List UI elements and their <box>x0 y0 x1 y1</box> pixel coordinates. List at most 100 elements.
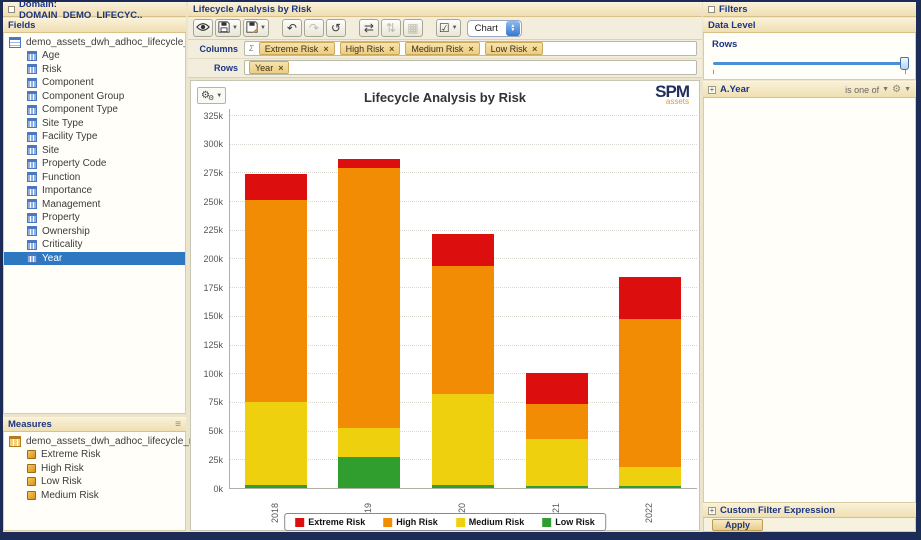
column-chip-label: Low Risk <box>490 43 528 54</box>
filter-body <box>703 98 916 503</box>
columns-dropzone[interactable]: Σ Extreme Risk × High Risk × Medium Risk × Low… <box>244 41 697 56</box>
field-item-label: Component Group <box>42 90 125 102</box>
view-mode-value: Chart <box>474 22 498 34</box>
legend-item: Extreme Risk <box>295 517 365 527</box>
bar-segment-low-risk <box>619 485 682 488</box>
year-filter-header[interactable]: + A.Year is one of ▼ ⚙ ▼ <box>703 81 916 98</box>
measure-item[interactable]: Medium Risk <box>4 489 185 503</box>
field-item-label: Component <box>42 77 94 89</box>
undo-all-button[interactable]: ↺ <box>325 19 346 37</box>
domain-header: Domain: DOMAIN_DEMO_LIFECYC.. <box>3 0 186 21</box>
field-icon <box>27 77 37 88</box>
field-item[interactable]: Criticality <box>4 238 185 252</box>
field-item[interactable]: Component Type <box>4 103 185 117</box>
data-level-section-header[interactable]: Data Level <box>703 18 916 33</box>
field-item[interactable]: Property Code <box>4 157 185 171</box>
measure-item-label: Extreme Risk <box>41 449 101 461</box>
field-item[interactable]: Risk <box>4 63 185 77</box>
field-item[interactable]: Site Type <box>4 117 185 131</box>
bar-segment-extreme-risk <box>619 276 682 320</box>
fields-root-node[interactable]: demo_assets_dwh_adhoc_lifecycle_risk <box>4 33 185 49</box>
field-item-label: Function <box>42 171 81 183</box>
y-axis-tick-label: 0k <box>213 483 223 494</box>
field-icon <box>27 199 37 210</box>
rows-row: Rows Year × <box>188 59 702 78</box>
expand-icon[interactable]: + <box>708 85 716 94</box>
stacked-bar-plot: 0k 25k 50k 75k 100k 125k 150k 175k 200k 225k 250k 2… <box>191 81 699 530</box>
fields-header-label: Fields <box>8 20 36 31</box>
row-chip[interactable]: Year × <box>249 61 290 74</box>
fields-list: Age Risk Component Component Group Component… <box>4 49 185 265</box>
column-chip[interactable]: High Risk × <box>339 42 401 55</box>
chart-canvas: ⚙ ⚙ ▼ Lifecycle Analysis by Risk SPM asset… <box>190 80 700 531</box>
rows-dropzone[interactable]: Year × <box>244 60 697 75</box>
custom-filter-header[interactable]: + Custom Filter Expression <box>703 503 916 518</box>
apply-button[interactable]: Apply <box>712 519 764 531</box>
y-axis-tick-label: 50k <box>208 426 223 437</box>
y-axis-tick-label: 275k <box>203 167 223 178</box>
undo-button[interactable]: ↶ <box>281 19 302 37</box>
field-item[interactable]: Age <box>4 49 185 63</box>
switch-groups-button[interactable]: ⇄ <box>358 19 379 37</box>
field-item[interactable]: Component Group <box>4 90 185 104</box>
x-axis-line <box>229 488 697 489</box>
expand-icon[interactable]: + <box>708 506 716 515</box>
grid-icon: ▦ <box>407 21 419 35</box>
field-item[interactable]: Year <box>4 251 185 265</box>
gridline <box>229 143 697 145</box>
column-chip[interactable]: Medium Risk × <box>405 42 480 55</box>
gear-icon[interactable]: ⚙ <box>892 84 901 95</box>
preview-button[interactable] <box>193 19 213 37</box>
chip-close-icon[interactable]: × <box>389 44 394 54</box>
bar-segment-high-risk <box>338 167 401 429</box>
data-level-body: Rows <box>703 33 916 80</box>
filter-operator-label[interactable]: is one of <box>845 85 879 95</box>
field-item-label: Facility Type <box>42 131 98 143</box>
column-chip[interactable]: Extreme Risk × <box>258 42 335 55</box>
field-item[interactable]: Management <box>4 198 185 212</box>
save-button[interactable]: ▼ <box>215 19 241 37</box>
export-button[interactable]: ▼ <box>242 19 269 37</box>
menu-icon[interactable]: ≡ <box>175 419 181 430</box>
column-chip[interactable]: Low Risk × <box>484 42 544 55</box>
redo-button: ↷ <box>303 19 324 37</box>
chip-close-icon[interactable]: × <box>468 44 473 54</box>
rows-chips: Year × <box>249 61 290 74</box>
chip-close-icon[interactable]: × <box>323 44 328 54</box>
view-mode-select[interactable]: Chart ▲ ▼ <box>466 19 522 37</box>
data-level-slider[interactable] <box>713 57 909 74</box>
field-item[interactable]: Importance <box>4 184 185 198</box>
measure-item[interactable]: High Risk <box>4 462 185 476</box>
measure-item[interactable]: Extreme Risk <box>4 448 185 462</box>
sort-icon: ⇅ <box>385 21 396 35</box>
field-item[interactable]: Component <box>4 76 185 90</box>
field-item[interactable]: Property <box>4 211 185 225</box>
bar-segment-medium-risk <box>244 401 307 485</box>
field-item-label: Site <box>42 144 60 156</box>
field-icon <box>27 185 37 196</box>
y-axis-tick-label: 125k <box>203 340 223 351</box>
field-item[interactable]: Ownership <box>4 225 185 239</box>
field-icon <box>27 91 37 102</box>
measures-root-node[interactable]: demo_assets_dwh_adhoc_lifecycle_risk <box>4 432 204 448</box>
legend-item: High Risk <box>383 517 438 527</box>
chip-close-icon[interactable]: × <box>532 44 537 54</box>
field-icon <box>27 145 37 156</box>
collapse-panel-icon[interactable] <box>708 6 715 13</box>
y-axis-tick-label: 100k <box>203 368 223 379</box>
field-item[interactable]: Facility Type <box>4 130 185 144</box>
measure-icon <box>27 490 36 500</box>
measures-panel-header: Measures ≡ <box>3 417 186 432</box>
collapse-panel-icon[interactable] <box>8 6 15 13</box>
measure-item[interactable]: Low Risk <box>4 475 185 489</box>
chevron-down-icon[interactable]: ▼ <box>904 86 911 93</box>
custom-filter-label: Custom Filter Expression <box>720 505 836 516</box>
chevron-down-icon[interactable]: ▼ <box>882 86 889 93</box>
field-item[interactable]: Site <box>4 144 185 158</box>
field-item[interactable]: Function <box>4 171 185 185</box>
slider-handle[interactable] <box>900 57 909 70</box>
chart-options-button[interactable]: ☑ ▼ <box>435 19 461 37</box>
chip-close-icon[interactable]: × <box>278 63 283 73</box>
field-icon <box>27 172 37 183</box>
filters-header-label: Filters <box>719 4 748 15</box>
